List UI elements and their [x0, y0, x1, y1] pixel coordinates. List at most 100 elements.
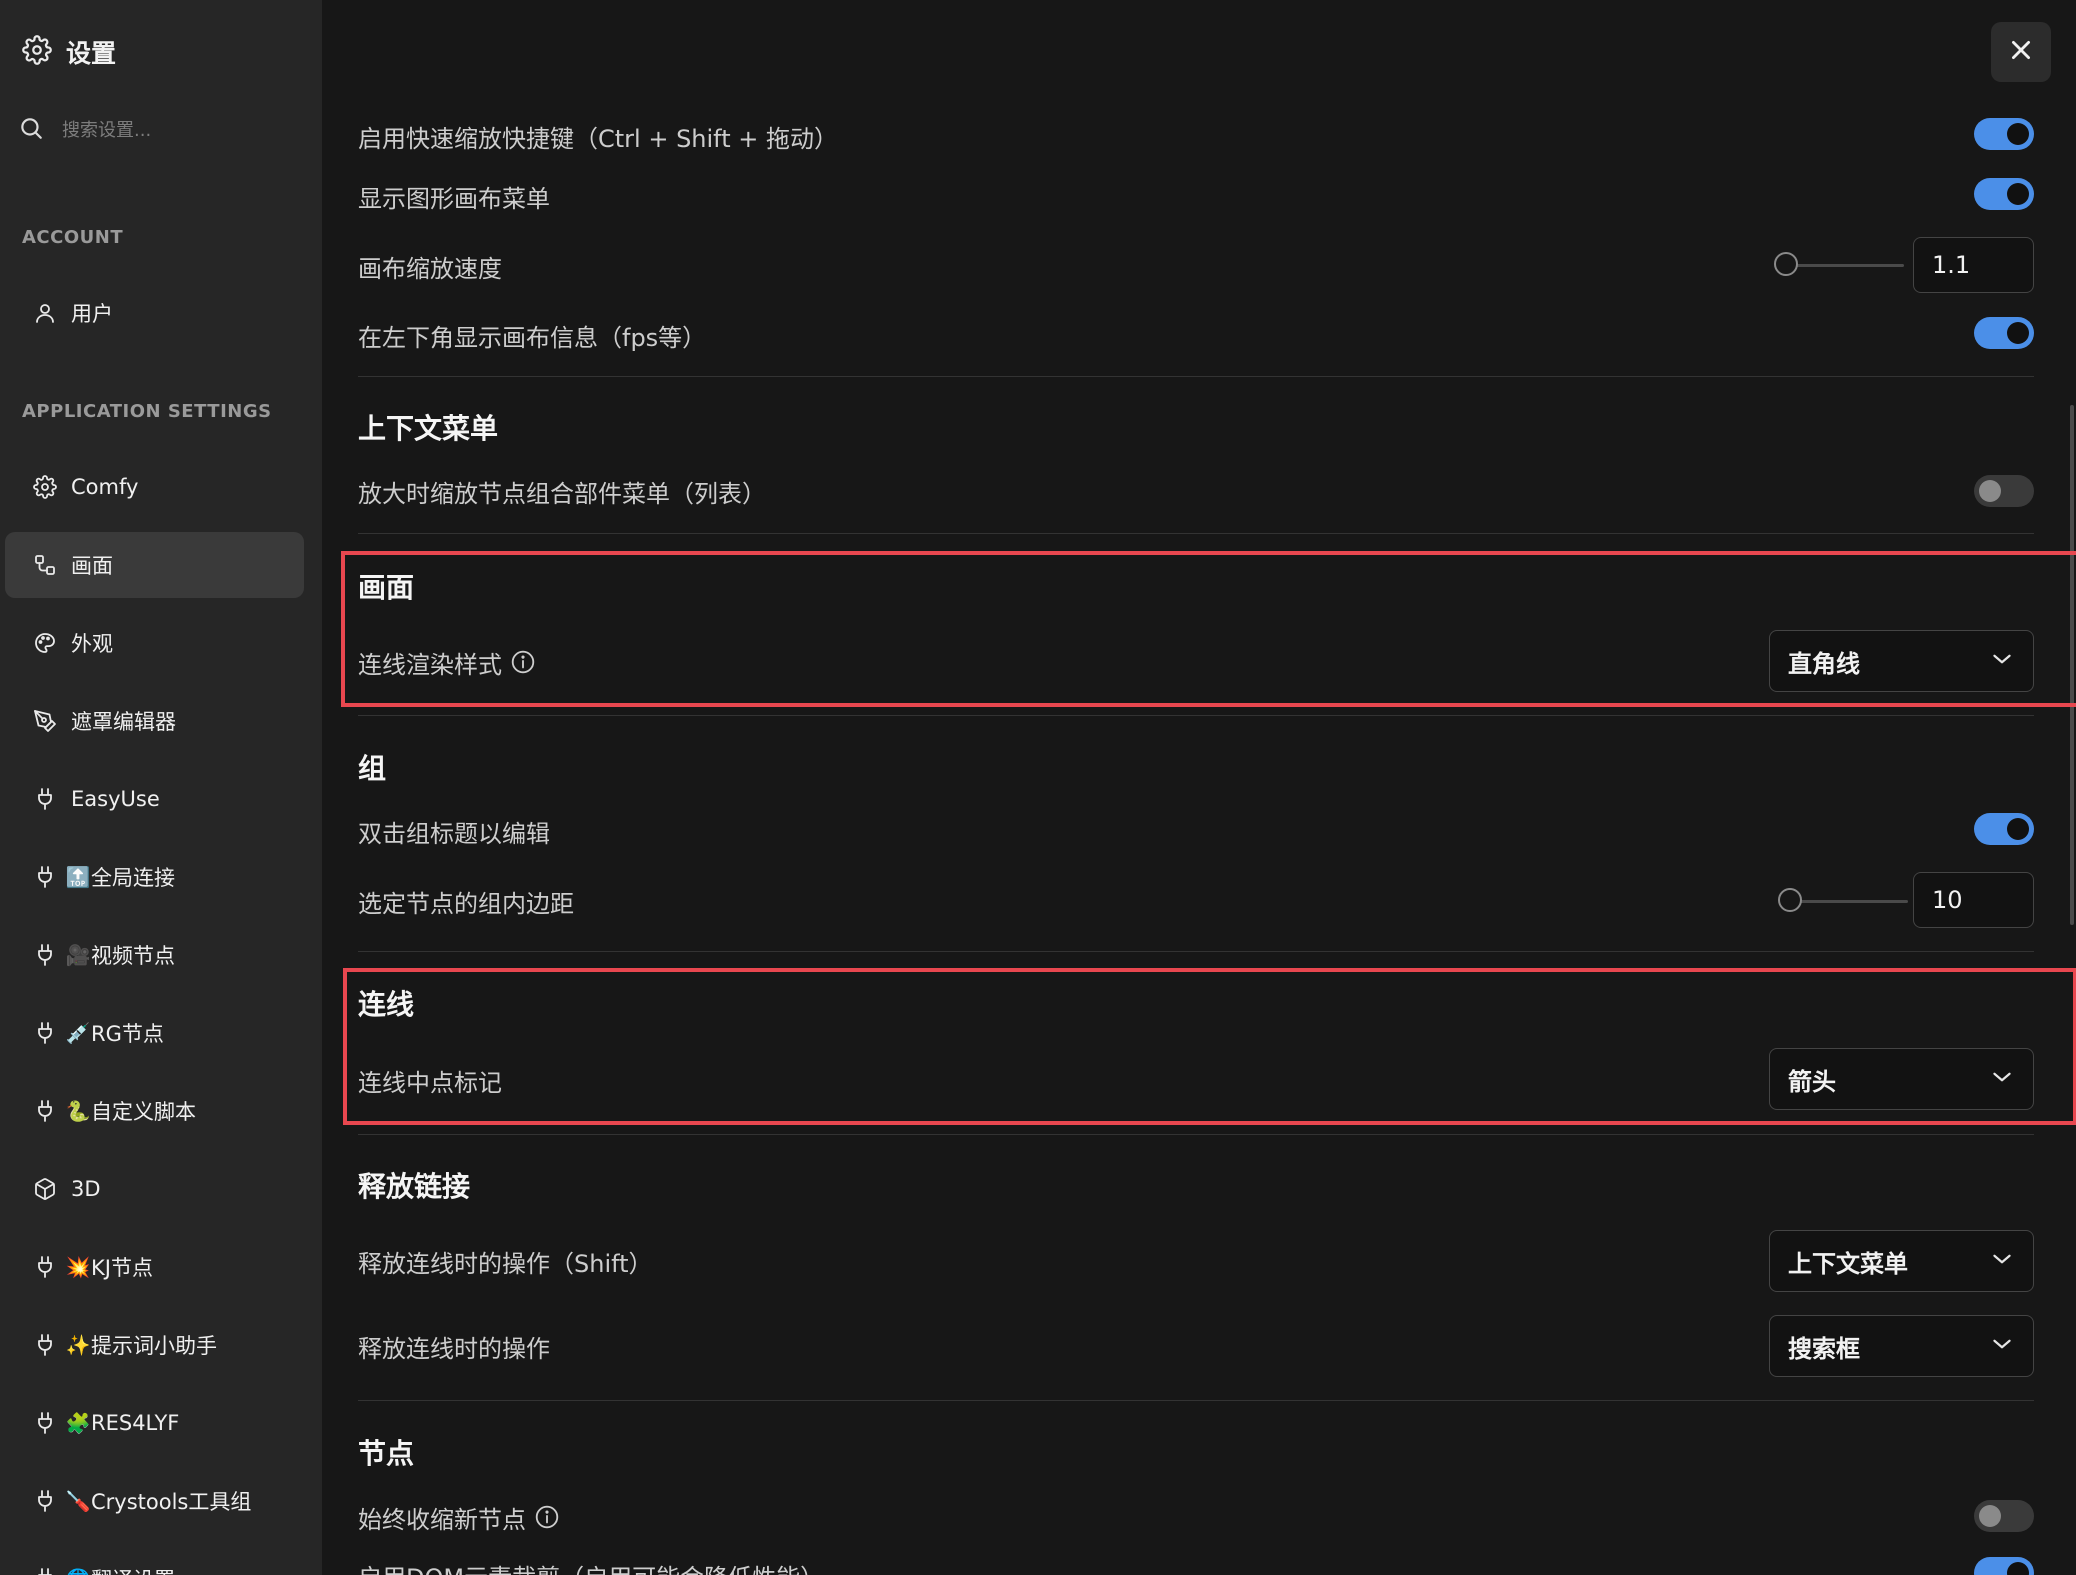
group-padding-input[interactable]: 10 — [1913, 872, 2034, 928]
sidebar-item-comfy[interactable]: Comfy — [5, 454, 304, 520]
sidebar-item-label: Comfy — [71, 475, 139, 499]
setting-row-canvas-info: 在左下角显示画布信息（fps等） — [358, 317, 2070, 353]
setting-row-canvas-menu: 显示图形画布菜单 — [358, 178, 2070, 214]
sparkles-icon: ✨ — [65, 1333, 91, 1357]
plug-icon — [29, 1017, 61, 1049]
chevron-down-icon — [1989, 1246, 2015, 1276]
syringe-icon: 💉 — [65, 1021, 91, 1045]
section-divider — [358, 715, 2034, 716]
setting-label: 双击组标题以编辑 — [358, 819, 550, 848]
top-arrow-icon: 🔝 — [65, 865, 91, 889]
palette-icon — [29, 627, 61, 659]
setting-row-dom-clipping: 启用DOM元素裁剪（启用可能会降低性能） — [358, 1557, 2070, 1575]
sidebar-item-label: 画面 — [71, 554, 113, 578]
sidebar-item-prompt-assistant[interactable]: ✨ 提示词小助手 — [5, 1312, 304, 1378]
slider-track — [1788, 900, 1908, 903]
toggle-canvas-menu[interactable] — [1974, 178, 2034, 210]
sidebar-item-global-link[interactable]: 🔝 全局连接 — [5, 844, 304, 910]
toggle-knob — [2007, 818, 2029, 840]
sidebar-item-label: 全局连接 — [91, 866, 175, 890]
puzzle-icon: 🧩 — [65, 1411, 91, 1435]
section-divider — [358, 1134, 2034, 1135]
toggle-knob — [2007, 123, 2029, 145]
group-padding-slider[interactable] — [1778, 886, 1908, 916]
toggle-collapse-new-nodes[interactable] — [1974, 1500, 2034, 1532]
search-input[interactable] — [60, 118, 284, 142]
section-divider — [358, 376, 2034, 377]
slider-thumb[interactable] — [1778, 888, 1802, 912]
content-scrollbar[interactable] — [2070, 405, 2074, 925]
info-icon[interactable] — [510, 649, 536, 675]
setting-label: 画布缩放速度 — [358, 254, 502, 283]
plug-icon — [29, 1095, 61, 1127]
sidebar-item-res4lyf[interactable]: 🧩 RES4LYF — [5, 1390, 304, 1456]
section-heading-node: 节点 — [358, 1437, 415, 1470]
section-divider — [358, 1400, 2034, 1401]
setting-row-zoom-shortcut: 启用快速缩放快捷键（Ctrl + Shift + 拖动） — [358, 118, 2070, 154]
plug-icon — [29, 1251, 61, 1283]
sidebar-item-label: EasyUse — [71, 787, 160, 811]
zoom-speed-slider[interactable] — [1774, 250, 1904, 280]
close-button[interactable] — [1991, 22, 2051, 82]
sidebar-item-label: 自定义脚本 — [91, 1100, 196, 1124]
toggle-knob — [2007, 1562, 2029, 1575]
sidebar-item-canvas[interactable]: 画面 — [5, 532, 304, 598]
sidebar-item-custom-scripts[interactable]: 🐍 自定义脚本 — [5, 1078, 304, 1144]
slider-thumb[interactable] — [1774, 252, 1798, 276]
chevron-down-icon — [1989, 646, 2015, 676]
setting-label: 释放连线时的操作 — [358, 1334, 550, 1363]
slider-track — [1784, 264, 1904, 267]
sidebar-item-rg-nodes[interactable]: 💉 RG节点 — [5, 1000, 304, 1066]
section-heading-group: 组 — [358, 752, 387, 785]
toggle-zoom-node-menu[interactable] — [1974, 475, 2034, 507]
sidebar-item-label: KJ节点 — [91, 1256, 153, 1280]
sidebar-item-translation[interactable]: 🌐 翻译设置 — [5, 1546, 304, 1575]
setting-label: 启用快速缩放快捷键（Ctrl + Shift + 拖动） — [358, 124, 838, 153]
sidebar-item-user[interactable]: 用户 — [5, 280, 304, 346]
zoom-speed-input[interactable]: 1.1 — [1913, 237, 2034, 293]
select-value: 箭头 — [1788, 1067, 1836, 1096]
video-camera-icon: 🎥 — [65, 943, 91, 967]
link-release-select[interactable]: 搜索框 — [1769, 1315, 2034, 1377]
plug-icon — [29, 939, 61, 971]
plug-icon — [29, 1485, 61, 1517]
sidebar-item-crystools[interactable]: 🪛 Crystools工具组 — [5, 1468, 304, 1534]
info-icon[interactable] — [534, 1504, 560, 1530]
sidebar-item-label: 外观 — [71, 632, 113, 656]
sidebar-item-label: 遮罩编辑器 — [71, 710, 176, 734]
sidebar-item-3d[interactable]: 3D — [5, 1156, 304, 1222]
section-heading-link-release: 释放链接 — [358, 1170, 471, 1203]
toggle-zoom-shortcut[interactable] — [1974, 118, 2034, 150]
nodes-icon — [29, 549, 61, 581]
plug-icon — [29, 1563, 61, 1575]
sidebar-item-appearance[interactable]: 外观 — [5, 610, 304, 676]
setting-row-zoom-node-menu: 放大时缩放节点组合部件菜单（列表） — [358, 473, 2070, 509]
setting-label: 在左下角显示画布信息（fps等） — [358, 323, 707, 352]
select-value: 上下文菜单 — [1788, 1249, 1908, 1278]
screwdriver-icon: 🪛 — [65, 1489, 91, 1513]
sidebar-item-kj-nodes[interactable]: 💥 KJ节点 — [5, 1234, 304, 1300]
toggle-dom-clipping[interactable] — [1974, 1557, 2034, 1575]
sidebar-item-label: 提示词小助手 — [91, 1334, 217, 1358]
setting-label-text: 始终收缩新节点 — [358, 1505, 526, 1534]
settings-search[interactable] — [18, 112, 308, 148]
toggle-knob — [1979, 1505, 2001, 1527]
close-icon — [2008, 37, 2034, 67]
link-render-mode-select[interactable]: 直角线 — [1769, 630, 2034, 692]
link-midpoint-marker-select[interactable]: 箭头 — [1769, 1048, 2034, 1110]
plug-icon — [29, 861, 61, 893]
toggle-double-click-title[interactable] — [1974, 813, 2034, 845]
settings-dialog: 设置 ACCOUNT 用户 APPLICATION SETTINGS — [0, 0, 2076, 1575]
setting-row-collapse-new-nodes: 始终收缩新节点 — [358, 1499, 2070, 1535]
cube-icon — [29, 1173, 61, 1205]
sidebar-item-mask-editor[interactable]: 遮罩编辑器 — [5, 688, 304, 754]
settings-content: 启用快速缩放快捷键（Ctrl + Shift + 拖动） 显示图形画布菜单 画布… — [322, 0, 2076, 1575]
sidebar-item-easyuse[interactable]: EasyUse — [5, 766, 304, 832]
settings-sidebar: 设置 ACCOUNT 用户 APPLICATION SETTINGS — [0, 0, 322, 1575]
search-icon — [18, 115, 44, 145]
link-release-shift-select[interactable]: 上下文菜单 — [1769, 1230, 2034, 1292]
sidebar-item-video-nodes[interactable]: 🎥 视频节点 — [5, 922, 304, 988]
pen-tool-icon — [29, 705, 61, 737]
section-heading-canvas: 画面 — [358, 571, 415, 604]
toggle-canvas-info[interactable] — [1974, 317, 2034, 349]
